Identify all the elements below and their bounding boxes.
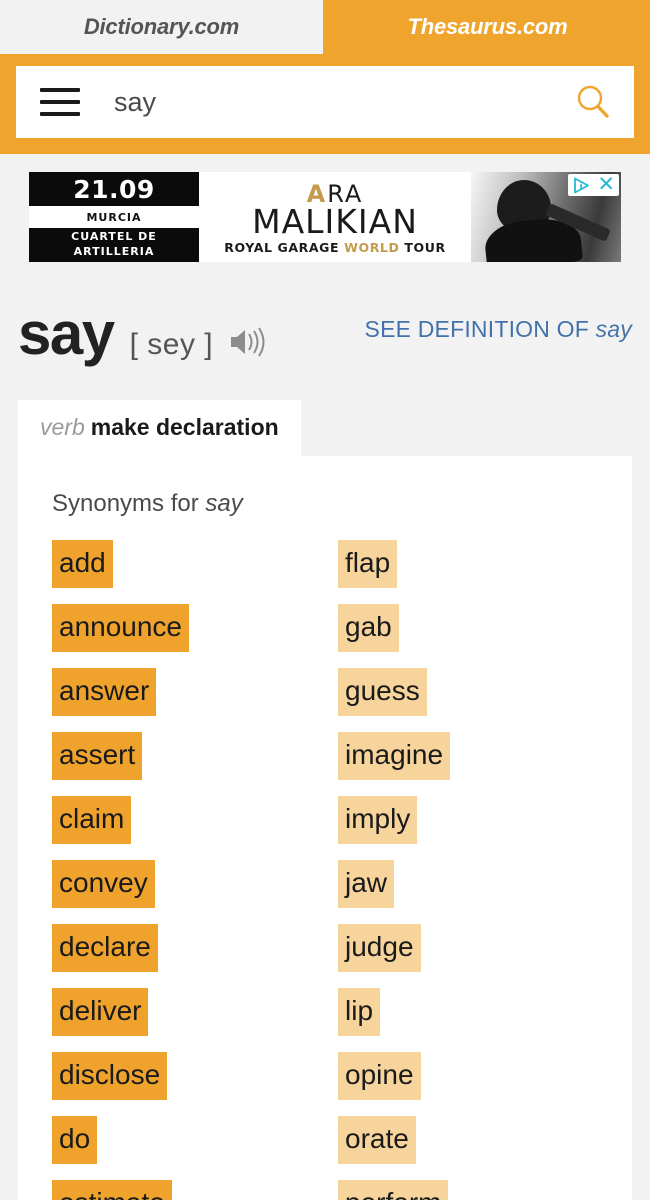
synonym-chip[interactable]: gab bbox=[338, 604, 399, 652]
pronunciation: [ sey ] bbox=[129, 328, 214, 361]
ad-city: MURCIA bbox=[29, 206, 199, 228]
synonym-chip[interactable]: deliver bbox=[52, 988, 149, 1036]
synonyms-heading-prefix: Synonyms for bbox=[52, 490, 206, 517]
synonym-chip[interactable]: flap bbox=[338, 540, 398, 588]
advertisement-banner[interactable]: 21.09 MURCIA CUARTEL DE ARTILLERIA ARA M… bbox=[29, 172, 621, 262]
meaning-label: make declaration bbox=[90, 414, 279, 440]
hamburger-bar bbox=[40, 112, 80, 116]
part-of-speech-label: verb bbox=[40, 414, 85, 440]
synonym-chip[interactable]: claim bbox=[52, 796, 132, 844]
see-definition-link[interactable]: SEE DEFINITION OF say bbox=[365, 316, 632, 343]
synonym-chip[interactable]: judge bbox=[338, 924, 421, 972]
synonyms-column-2: flap gab guess imagine imply jaw judge lip opine… bbox=[338, 540, 624, 1200]
ad-tour-part-1: ROYAL GARAGE bbox=[224, 240, 345, 256]
synonym-chip[interactable]: do bbox=[52, 1116, 98, 1164]
ad-venue-line-1: CUARTEL DE bbox=[71, 230, 157, 244]
site-header: Dictionary.com Thesaurus.com bbox=[0, 0, 650, 154]
synonym-chip[interactable]: orate bbox=[338, 1116, 416, 1164]
site-tab-bar: Dictionary.com Thesaurus.com bbox=[0, 0, 650, 54]
synonym-chip[interactable]: answer bbox=[52, 668, 157, 716]
tab-thesaurus[interactable]: Thesaurus.com bbox=[325, 0, 650, 54]
synonym-chip[interactable]: opine bbox=[338, 1052, 421, 1100]
search-area bbox=[0, 54, 650, 154]
synonym-chip[interactable]: declare bbox=[52, 924, 158, 972]
tab-dictionary-label: Dictionary.com bbox=[83, 14, 240, 39]
see-definition-prefix: SEE DEFINITION OF bbox=[364, 316, 596, 342]
hamburger-bar bbox=[40, 88, 80, 92]
synonym-chip[interactable]: disclose bbox=[52, 1052, 168, 1100]
tab-verb-make-declaration[interactable]: verb make declaration bbox=[18, 400, 301, 456]
synonym-chip[interactable]: convey bbox=[52, 860, 155, 908]
speaker-audio-icon[interactable] bbox=[229, 326, 267, 363]
synonyms-heading-word: say bbox=[205, 490, 243, 517]
synonyms-column-1: add announce answer assert claim convey declar… bbox=[52, 540, 338, 1200]
ad-date: 21.09 bbox=[29, 172, 199, 206]
synonym-chip[interactable]: announce bbox=[52, 604, 190, 652]
synonyms-card-body: Synonyms for say add announce answer assert… bbox=[18, 456, 632, 1200]
adchoices-icon[interactable] bbox=[573, 177, 592, 194]
synonyms-card: verb make declaration Synonyms for say ad… bbox=[18, 400, 632, 1200]
ad-tour-part-2: TOUR bbox=[399, 240, 446, 256]
ad-artist-block: ARA MALIKIAN ROYAL GARAGE WORLD TOUR bbox=[199, 172, 471, 262]
close-x-icon[interactable]: ✕ bbox=[597, 174, 615, 195]
see-definition-word: say bbox=[595, 316, 632, 342]
hamburger-menu-icon[interactable] bbox=[40, 88, 80, 116]
ad-event-info: 21.09 MURCIA CUARTEL DE ARTILLERIA bbox=[29, 172, 199, 262]
synonym-chip[interactable]: jaw bbox=[338, 860, 395, 908]
ad-venue: CUARTEL DE ARTILLERIA bbox=[29, 228, 199, 262]
search-input[interactable] bbox=[114, 86, 570, 118]
search-magnifier-icon[interactable] bbox=[570, 79, 616, 125]
synonyms-heading: Synonyms for say bbox=[18, 490, 632, 540]
synonym-chip[interactable]: perform bbox=[338, 1180, 449, 1200]
ad-venue-line-2: ARTILLERIA bbox=[73, 245, 155, 258]
entry-header: say [ sey ] SEE DEFINITION OF say bbox=[0, 278, 650, 364]
synonym-chip[interactable]: add bbox=[52, 540, 113, 588]
synonym-chip[interactable]: estimate bbox=[52, 1180, 172, 1200]
tab-thesaurus-label: Thesaurus.com bbox=[407, 14, 568, 39]
hamburger-bar bbox=[40, 100, 80, 104]
tab-dictionary[interactable]: Dictionary.com bbox=[0, 0, 325, 54]
synonyms-columns: add announce answer assert claim convey declar… bbox=[18, 540, 632, 1200]
synonym-chip[interactable]: imply bbox=[338, 796, 418, 844]
synonym-chip[interactable]: assert bbox=[52, 732, 143, 780]
synonym-chip[interactable]: guess bbox=[338, 668, 427, 716]
search-bar bbox=[16, 66, 634, 138]
page-title: say bbox=[18, 300, 115, 367]
part-of-speech-tab-bar: verb make declaration bbox=[18, 400, 632, 456]
ad-tour-highlight: WORLD bbox=[344, 240, 400, 256]
ad-artist-line-2: MALIKIAN bbox=[252, 202, 418, 242]
synonym-chip[interactable]: lip bbox=[338, 988, 381, 1036]
advertisement-region: 21.09 MURCIA CUARTEL DE ARTILLERIA ARA M… bbox=[0, 154, 650, 278]
synonym-chip[interactable]: imagine bbox=[338, 732, 451, 780]
ad-badges: ✕ bbox=[568, 174, 619, 196]
ad-tour-line: ROYAL GARAGE WORLD TOUR bbox=[224, 240, 446, 255]
